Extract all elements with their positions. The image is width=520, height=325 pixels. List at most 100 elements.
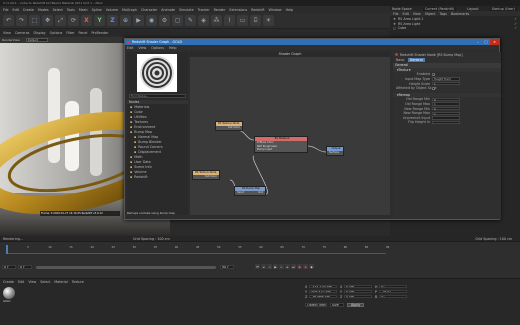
coords-field[interactable]: 0 cm: [344, 284, 372, 289]
menu-tracker[interactable]: Tracker: [198, 8, 210, 12]
mm-menu-edit[interactable]: Edit: [18, 280, 24, 284]
current-frame-field[interactable]: 0 F: [2, 265, 16, 269]
node-port[interactable]: Out Color: [193, 175, 219, 179]
scale-tool-icon[interactable]: ⤢: [55, 15, 66, 26]
menu-mograph[interactable]: MoGraph: [122, 8, 137, 12]
node-port[interactable]: Bump Input: [255, 148, 307, 152]
object-row[interactable]: ◻ Cube ✓: [390, 26, 520, 30]
axis-y-button[interactable]: Y: [94, 15, 105, 26]
prop-field[interactable]: 1: [432, 102, 460, 106]
record-icon[interactable]: ●: [297, 264, 302, 269]
prop-checkbox[interactable]: ✓: [432, 86, 436, 90]
coords-field[interactable]: -36.966 cm: [309, 294, 337, 299]
render-settings-icon[interactable]: ⚙: [159, 15, 170, 26]
om-menu-view[interactable]: View: [413, 12, 421, 16]
axis-z-button[interactable]: Z: [107, 15, 118, 26]
coords-field[interactable]: 0 cm: [344, 289, 372, 294]
go-to-start-icon[interactable]: ⏮: [255, 264, 260, 269]
mm-menu-texture[interactable]: Texture: [72, 280, 84, 284]
visibility-icon[interactable]: ✓: [514, 17, 517, 21]
menu-create[interactable]: Create: [23, 8, 34, 12]
camera-icon[interactable]: ⌼: [250, 15, 261, 26]
render-view-icon[interactable]: ▶: [133, 15, 144, 26]
coords-field[interactable]: 0°: [379, 294, 407, 299]
rotate-tool-icon[interactable]: ⟳: [68, 15, 79, 26]
coords-field[interactable]: -374.104 cm: [309, 284, 337, 289]
menu-spline[interactable]: Spline: [92, 8, 102, 12]
props-tab-general[interactable]: General: [407, 57, 425, 62]
viewport-menu-options[interactable]: Options: [50, 31, 63, 35]
undo-icon[interactable]: ↶: [3, 15, 14, 26]
props-tab-basic[interactable]: Basic: [396, 58, 405, 62]
om-menu-bookmarks[interactable]: Bookmarks: [451, 12, 469, 16]
pen-icon[interactable]: ✎: [185, 15, 196, 26]
mm-menu-select[interactable]: Select: [40, 280, 50, 284]
maximize-icon[interactable]: □: [482, 40, 490, 44]
node-category[interactable]: ▪ Redshift: [127, 174, 188, 179]
layout-dropdown[interactable]: Startup (User): [489, 6, 517, 11]
prop-field[interactable]: 1: [432, 111, 460, 115]
viewport-camera-dropdown[interactable]: Default: [25, 38, 48, 42]
prev-key-icon[interactable]: ◂: [261, 264, 266, 269]
menu-character[interactable]: Character: [141, 8, 157, 12]
prop-field[interactable]: Height Field: [432, 77, 460, 81]
node-port[interactable]: Surface: [327, 151, 343, 155]
menu-simulate[interactable]: Simulate: [179, 8, 194, 12]
menu-extensions[interactable]: Extensions: [229, 8, 247, 12]
menu-edit[interactable]: Edit: [13, 8, 19, 12]
material-name[interactable]: GOLD: [3, 300, 11, 303]
menu-volume[interactable]: Volume: [106, 8, 118, 12]
menu-tools[interactable]: Tools: [67, 8, 75, 12]
keyframe-icon[interactable]: ◆: [309, 264, 314, 269]
prop-field[interactable]: 1: [432, 81, 460, 86]
material-swatch[interactable]: [3, 287, 15, 299]
frame-range-slider[interactable]: [36, 265, 216, 269]
size-mode-dropdown[interactable]: Size: [330, 303, 344, 307]
menu-file[interactable]: File: [3, 8, 9, 12]
subdivision-icon[interactable]: ◈: [198, 15, 209, 26]
floor-icon[interactable]: ▭: [237, 15, 248, 26]
render-icon[interactable]: ◉: [146, 15, 157, 26]
om-menu-object[interactable]: Object: [425, 12, 436, 16]
node-space-dropdown[interactable]: Current (Redshift): [422, 6, 457, 11]
axis-x-button[interactable]: X: [81, 15, 92, 26]
deformer-icon[interactable]: ⌇: [224, 15, 235, 26]
prop-field[interactable]: [432, 120, 460, 125]
coords-field[interactable]: 409.432 cm: [309, 289, 337, 294]
node-rs-material[interactable]: RS Material Diffuse Color Refl Roughness…: [254, 136, 308, 153]
shader-graph-canvas[interactable]: Shader Graph RS Texture Node Out Color R…: [190, 52, 390, 215]
end-frame-field[interactable]: 90 F: [220, 265, 234, 269]
mm-menu-create[interactable]: Create: [3, 280, 14, 284]
next-frame-icon[interactable]: ▹: [279, 264, 284, 269]
menu-select[interactable]: Select: [53, 8, 63, 12]
prev-frame-icon[interactable]: ◃: [267, 264, 272, 269]
shader-menu-view[interactable]: View: [138, 46, 146, 50]
prop-field[interactable]: [432, 116, 460, 120]
prop-field[interactable]: 0: [432, 97, 460, 101]
minimize-icon[interactable]: –: [474, 40, 482, 44]
coords-mode-dropdown[interactable]: Object (Rel): [305, 303, 327, 307]
cloner-icon[interactable]: ⁂: [211, 15, 222, 26]
shader-menu-help[interactable]: Help: [169, 46, 177, 50]
viewport-menu-filter[interactable]: Filter: [66, 31, 74, 35]
om-menu-tags[interactable]: Tags: [440, 12, 447, 16]
next-key-icon[interactable]: ▸: [285, 264, 290, 269]
start-frame-field[interactable]: 0 F: [18, 265, 32, 269]
close-icon[interactable]: ✕: [490, 39, 499, 45]
find-nodes-input[interactable]: Find Nodes...: [129, 94, 186, 98]
node-texture-2[interactable]: RS Texture Node Out Color: [192, 170, 220, 180]
menu-animate[interactable]: Animate: [161, 8, 175, 12]
mm-menu-view[interactable]: View: [28, 280, 36, 284]
node-port[interactable]: Out: [258, 191, 263, 195]
visibility-icon[interactable]: ✓: [514, 22, 517, 26]
autokey-icon[interactable]: ◉: [303, 264, 308, 269]
apply-button[interactable]: Apply: [347, 303, 365, 307]
playhead[interactable]: [6, 245, 8, 254]
coordinate-system-icon[interactable]: ⊕: [120, 15, 131, 26]
coords-field[interactable]: 0°: [379, 284, 407, 289]
menu-window[interactable]: Window: [269, 8, 282, 12]
prop-field[interactable]: 0: [432, 106, 460, 111]
play-icon[interactable]: ▶: [273, 264, 278, 269]
move-tool-icon[interactable]: ✥: [42, 15, 53, 26]
viewport-menu-cameras[interactable]: Cameras: [15, 31, 30, 35]
